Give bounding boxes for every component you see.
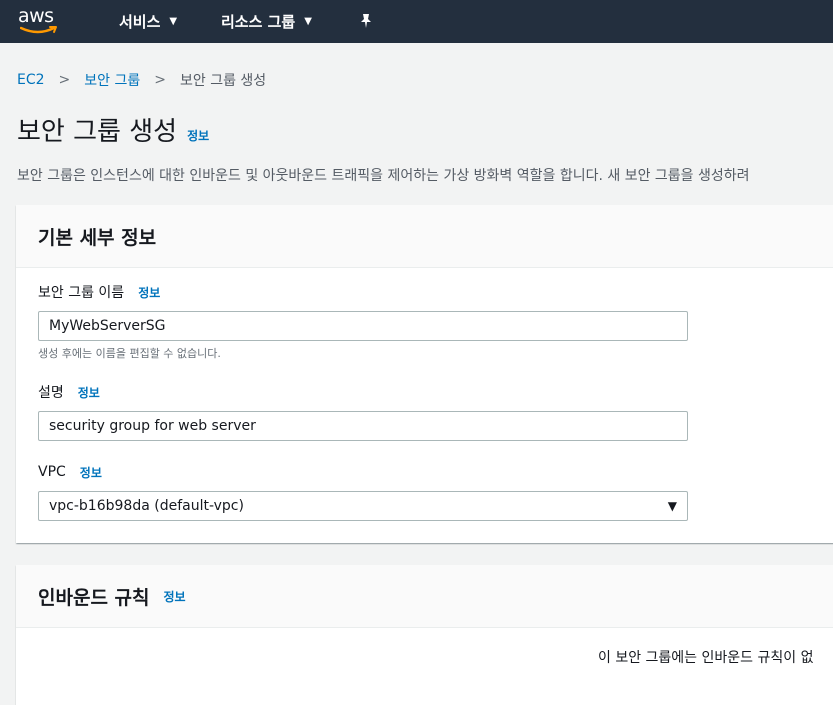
page-title: 보안 그룹 생성 [17,117,178,147]
services-label: 서비스 [119,12,161,31]
description-label: 설명 [38,385,64,401]
description-input-value: security group for web server [49,418,256,434]
vpc-label-row: VPC 정보 [38,462,688,482]
resource-groups-label: 리소스 그룹 [221,12,296,31]
aws-logo[interactable]: aws [18,5,62,37]
chevron-right-icon: > [154,72,166,88]
top-navigation-bar: aws 서비스 ▼ 리소스 그룹 ▼ [0,0,833,43]
description-input[interactable]: security group for web server [38,411,688,441]
page-title-row: 보안 그룹 생성 정보 [17,111,209,148]
inbound-empty-message: 이 보안 그룹에는 인바운드 규칙이 없 [598,650,814,666]
breadcrumb-ec2-link[interactable]: EC2 [17,72,45,88]
services-menu[interactable]: 서비스 ▼ [119,10,177,32]
vpc-field: VPC 정보 vpc-b16b98da (default-vpc) ▼ [38,462,688,521]
breadcrumb: EC2 > 보안 그룹 > 보안 그룹 생성 [17,70,266,90]
vpc-select[interactable]: vpc-b16b98da (default-vpc) ▼ [38,491,688,521]
page-description: 보안 그룹은 인스턴스에 대한 인바운드 및 아웃바운드 트래픽을 제어하는 가… [17,168,750,184]
description-field: 설명 정보 security group for web server [38,382,688,441]
name-info-link[interactable]: 정보 [138,284,160,301]
breadcrumb-current: 보안 그룹 생성 [179,73,267,89]
chevron-down-icon: ▼ [304,15,312,27]
chevron-right-icon: > [58,72,71,88]
name-input-value: MyWebServerSG [49,318,166,334]
aws-smile-icon [20,26,57,34]
breadcrumb-security-groups-link[interactable]: 보안 그룹 [84,70,140,90]
resource-groups-menu[interactable]: 리소스 그룹 ▼ [221,10,312,32]
basic-details-panel: 기본 세부 정보 보안 그룹 이름 정보 MyWebServerSG 생성 후에… [16,205,833,543]
name-label: 보안 그룹 이름 [38,285,125,301]
name-label-row: 보안 그룹 이름 정보 [38,282,688,302]
vpc-label: VPC [38,464,66,480]
page-info-link[interactable]: 정보 [187,127,209,144]
inbound-rules-panel: 인바운드 규칙 정보 이 보안 그룹에는 인바운드 규칙이 없 [16,565,833,705]
inbound-rules-header: 인바운드 규칙 정보 [16,565,833,628]
description-info-link[interactable]: 정보 [78,384,100,401]
inbound-info-link[interactable]: 정보 [164,588,186,605]
security-group-name-input[interactable]: MyWebServerSG [38,311,688,341]
vpc-info-link[interactable]: 정보 [80,464,102,481]
vpc-select-value: vpc-b16b98da (default-vpc) [49,498,244,514]
inbound-rules-title: 인바운드 규칙 [38,586,150,609]
chevron-down-icon: ▼ [169,15,178,27]
pin-icon[interactable] [359,13,373,29]
basic-details-header: 기본 세부 정보 [16,205,833,268]
basic-details-title: 기본 세부 정보 [38,226,157,249]
caret-down-icon: ▼ [667,499,677,513]
description-label-row: 설명 정보 [38,382,688,402]
name-hint: 생성 후에는 이름을 편집할 수 없습니다. [38,347,221,360]
security-group-name-field: 보안 그룹 이름 정보 MyWebServerSG 생성 후에는 이름을 편집할… [38,282,688,361]
aws-logo-text: aws [18,5,54,27]
